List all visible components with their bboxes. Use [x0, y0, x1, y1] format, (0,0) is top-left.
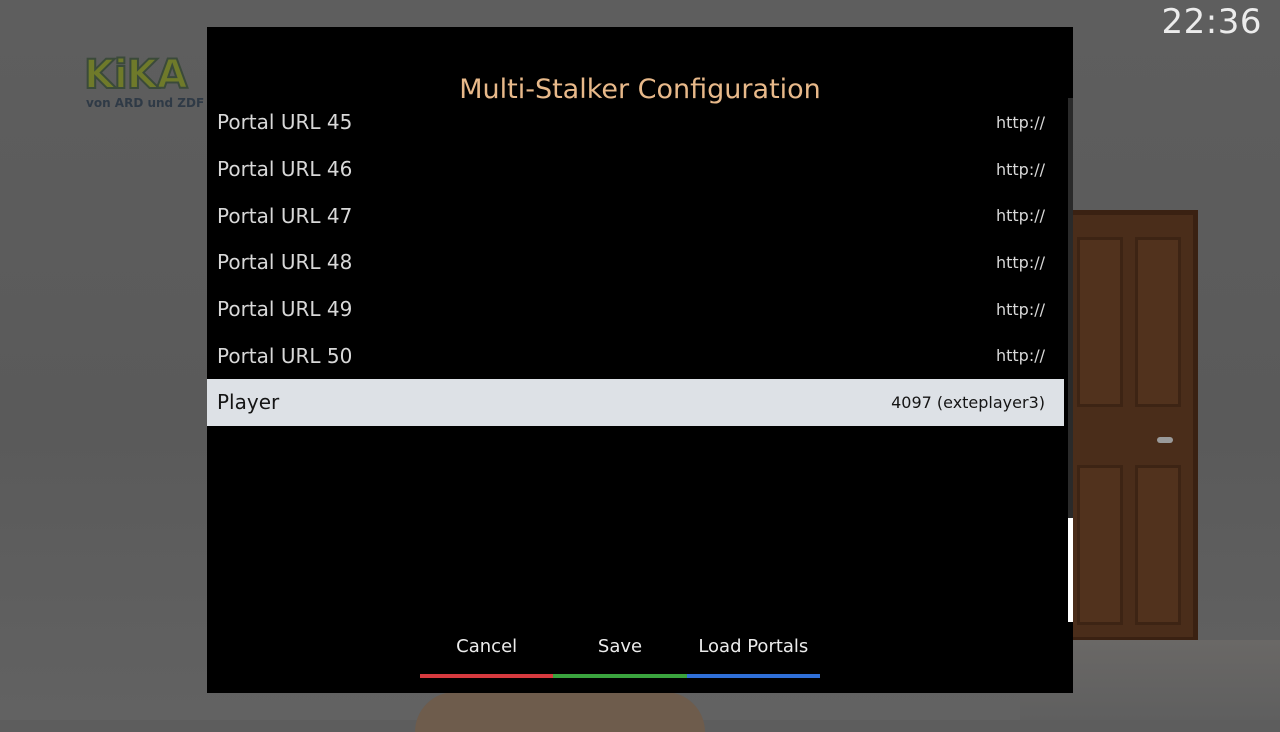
row-value: http:// — [995, 159, 1045, 179]
load-portals-button-label: Load Portals — [698, 636, 809, 657]
row-label: Portal URL 46 — [217, 157, 353, 182]
row-value: 4097 (exteplayer3) — [891, 392, 1045, 412]
save-button[interactable]: Save — [553, 630, 687, 678]
cancel-button-label: Cancel — [456, 636, 518, 657]
cancel-button[interactable]: Cancel — [420, 630, 554, 678]
row-label: Portal URL 50 — [217, 343, 353, 368]
green-key-indicator — [553, 674, 687, 678]
config-row-player[interactable]: Player 4097 (exteplayer3) — [207, 379, 1064, 426]
channel-logo-word: KiKA — [83, 51, 189, 99]
config-row-portal-url-47[interactable]: Portal URL 47 http:// — [207, 192, 1064, 239]
blue-key-indicator — [686, 674, 820, 678]
row-value: http:// — [995, 252, 1045, 272]
door-panel — [1135, 237, 1181, 407]
row-value: http:// — [995, 112, 1045, 132]
door-panel — [1077, 465, 1123, 625]
background-door — [1060, 210, 1198, 642]
config-row-portal-url-46[interactable]: Portal URL 46 http:// — [207, 146, 1064, 193]
config-list: Portal URL 45 http:// Portal URL 46 http… — [207, 99, 1064, 426]
row-value: http:// — [995, 346, 1045, 366]
channel-logo-subtitle: von ARD und ZDF — [86, 96, 205, 110]
row-label: Player — [217, 390, 280, 415]
config-row-portal-url-50[interactable]: Portal URL 50 http:// — [207, 332, 1064, 379]
list-scrollbar[interactable] — [1068, 98, 1073, 622]
config-row-portal-url-45[interactable]: Portal URL 45 http:// — [207, 99, 1064, 146]
clock: 22:36 — [1161, 2, 1262, 42]
row-label: Portal URL 49 — [217, 297, 353, 322]
door-panel — [1135, 465, 1181, 625]
save-button-label: Save — [597, 636, 643, 657]
config-row-portal-url-48[interactable]: Portal URL 48 http:// — [207, 239, 1064, 286]
config-row-portal-url-49[interactable]: Portal URL 49 http:// — [207, 286, 1064, 333]
row-label: Portal URL 45 — [217, 110, 353, 135]
load-portals-button[interactable]: Load Portals — [686, 630, 820, 678]
button-bar: Cancel Save Load Portals — [420, 630, 820, 678]
scrollbar-thumb[interactable] — [1068, 518, 1073, 622]
row-label: Portal URL 47 — [217, 203, 353, 228]
door-panel — [1077, 237, 1123, 407]
background-figure — [415, 692, 705, 732]
config-dialog: Multi-Stalker Configuration Portal URL 4… — [207, 27, 1073, 693]
door-handle — [1157, 437, 1173, 443]
channel-logo: KiKA von ARD und ZDF — [83, 51, 214, 116]
red-key-indicator — [420, 674, 554, 678]
row-value: http:// — [995, 299, 1045, 319]
row-label: Portal URL 48 — [217, 250, 353, 275]
row-value: http:// — [995, 206, 1045, 226]
